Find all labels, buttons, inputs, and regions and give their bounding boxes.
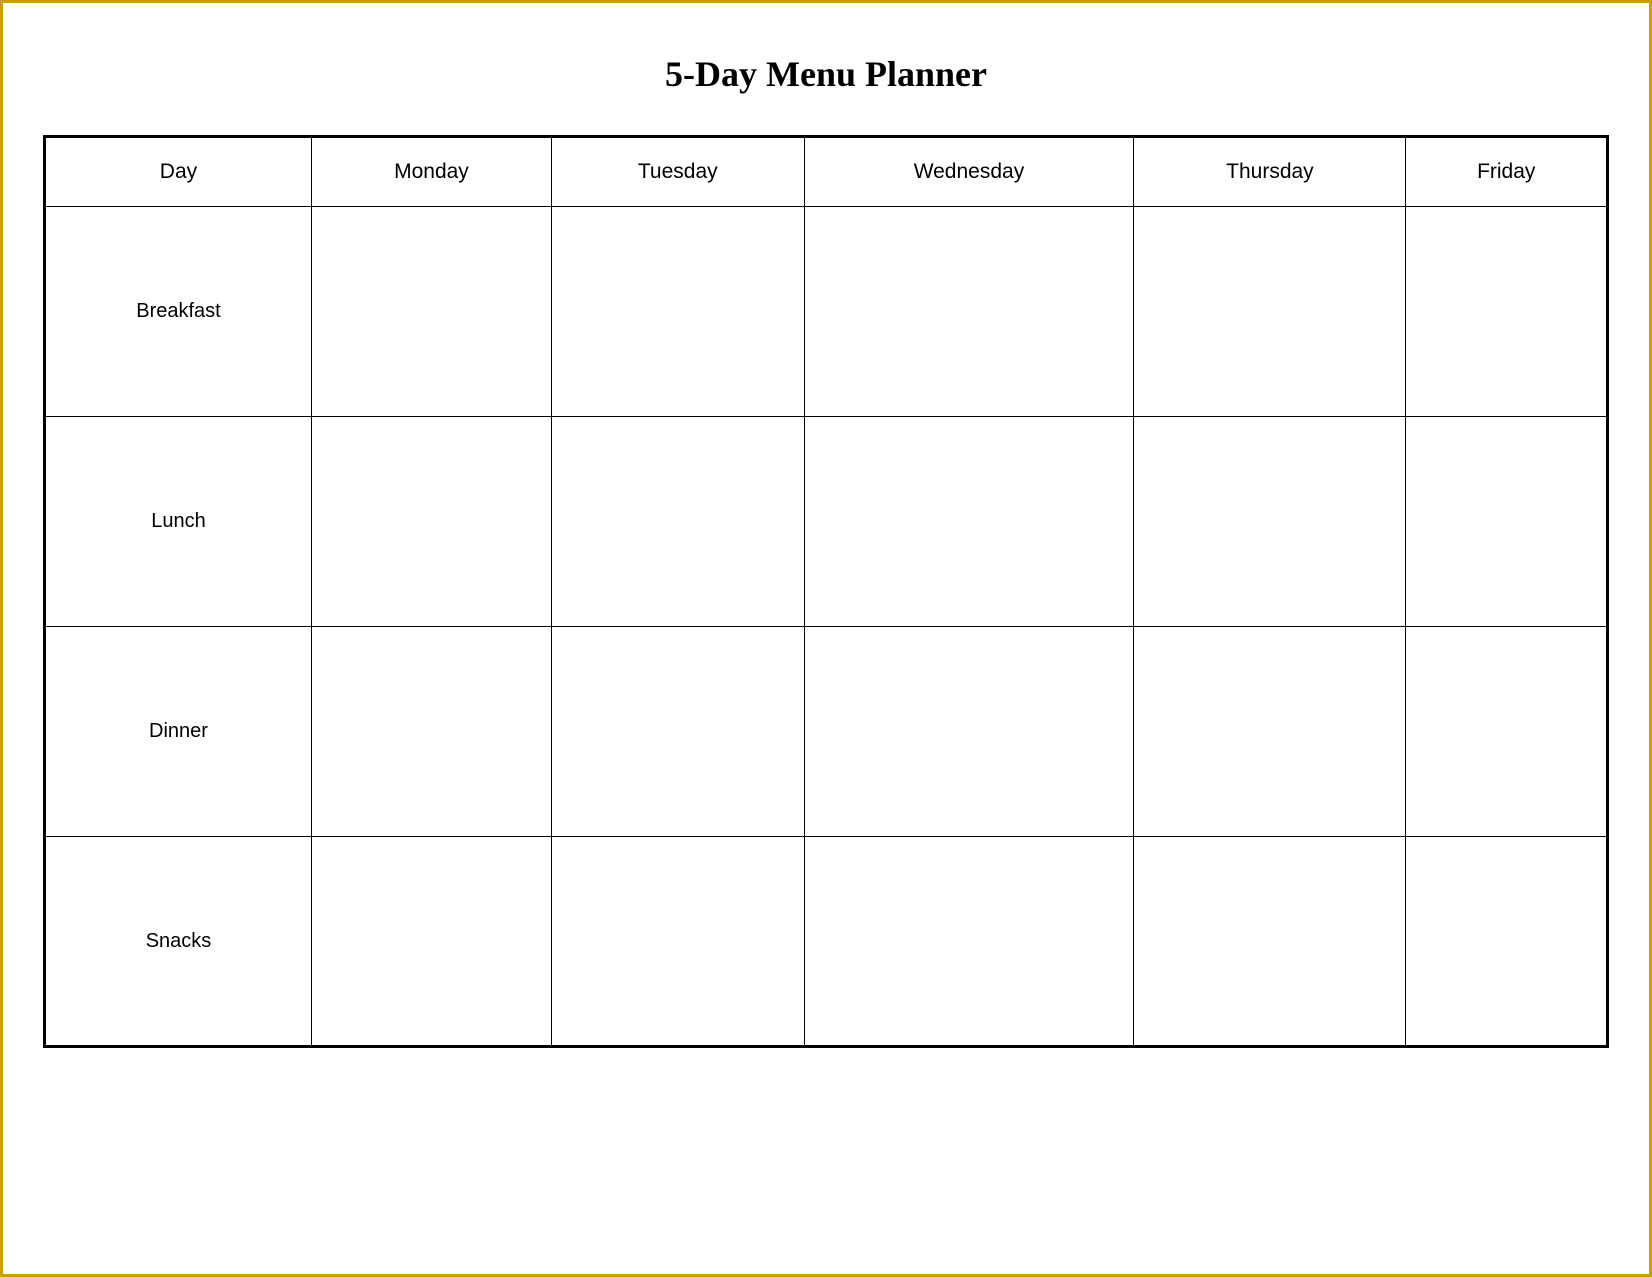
row-breakfast: Breakfast <box>45 207 1608 417</box>
cell-dinner-thursday[interactable] <box>1134 627 1406 837</box>
cell-snacks-tuesday[interactable] <box>551 837 804 1047</box>
cell-dinner-monday[interactable] <box>311 627 551 837</box>
cell-lunch-wednesday[interactable] <box>804 417 1134 627</box>
row-snacks: Snacks <box>45 837 1608 1047</box>
cell-breakfast-friday[interactable] <box>1406 207 1608 417</box>
cell-dinner-friday[interactable] <box>1406 627 1608 837</box>
row-dinner: Dinner <box>45 627 1608 837</box>
cell-breakfast-wednesday[interactable] <box>804 207 1134 417</box>
row-lunch: Lunch <box>45 417 1608 627</box>
cell-snacks-thursday[interactable] <box>1134 837 1406 1047</box>
cell-dinner-wednesday[interactable] <box>804 627 1134 837</box>
label-dinner: Dinner <box>45 627 312 837</box>
cell-dinner-tuesday[interactable] <box>551 627 804 837</box>
cell-lunch-tuesday[interactable] <box>551 417 804 627</box>
cell-lunch-thursday[interactable] <box>1134 417 1406 627</box>
cell-breakfast-tuesday[interactable] <box>551 207 804 417</box>
page-title: 5-Day Menu Planner <box>665 53 987 95</box>
cell-lunch-monday[interactable] <box>311 417 551 627</box>
col-wednesday: Wednesday <box>804 137 1134 207</box>
col-monday: Monday <box>311 137 551 207</box>
label-lunch: Lunch <box>45 417 312 627</box>
header-row: Day Monday Tuesday Wednesday Thursday Fr… <box>45 137 1608 207</box>
col-day: Day <box>45 137 312 207</box>
col-thursday: Thursday <box>1134 137 1406 207</box>
col-tuesday: Tuesday <box>551 137 804 207</box>
cell-snacks-wednesday[interactable] <box>804 837 1134 1047</box>
menu-planner-table: Day Monday Tuesday Wednesday Thursday Fr… <box>43 135 1609 1048</box>
label-snacks: Snacks <box>45 837 312 1047</box>
cell-lunch-friday[interactable] <box>1406 417 1608 627</box>
cell-snacks-monday[interactable] <box>311 837 551 1047</box>
cell-snacks-friday[interactable] <box>1406 837 1608 1047</box>
label-breakfast: Breakfast <box>45 207 312 417</box>
col-friday: Friday <box>1406 137 1608 207</box>
cell-breakfast-monday[interactable] <box>311 207 551 417</box>
cell-breakfast-thursday[interactable] <box>1134 207 1406 417</box>
